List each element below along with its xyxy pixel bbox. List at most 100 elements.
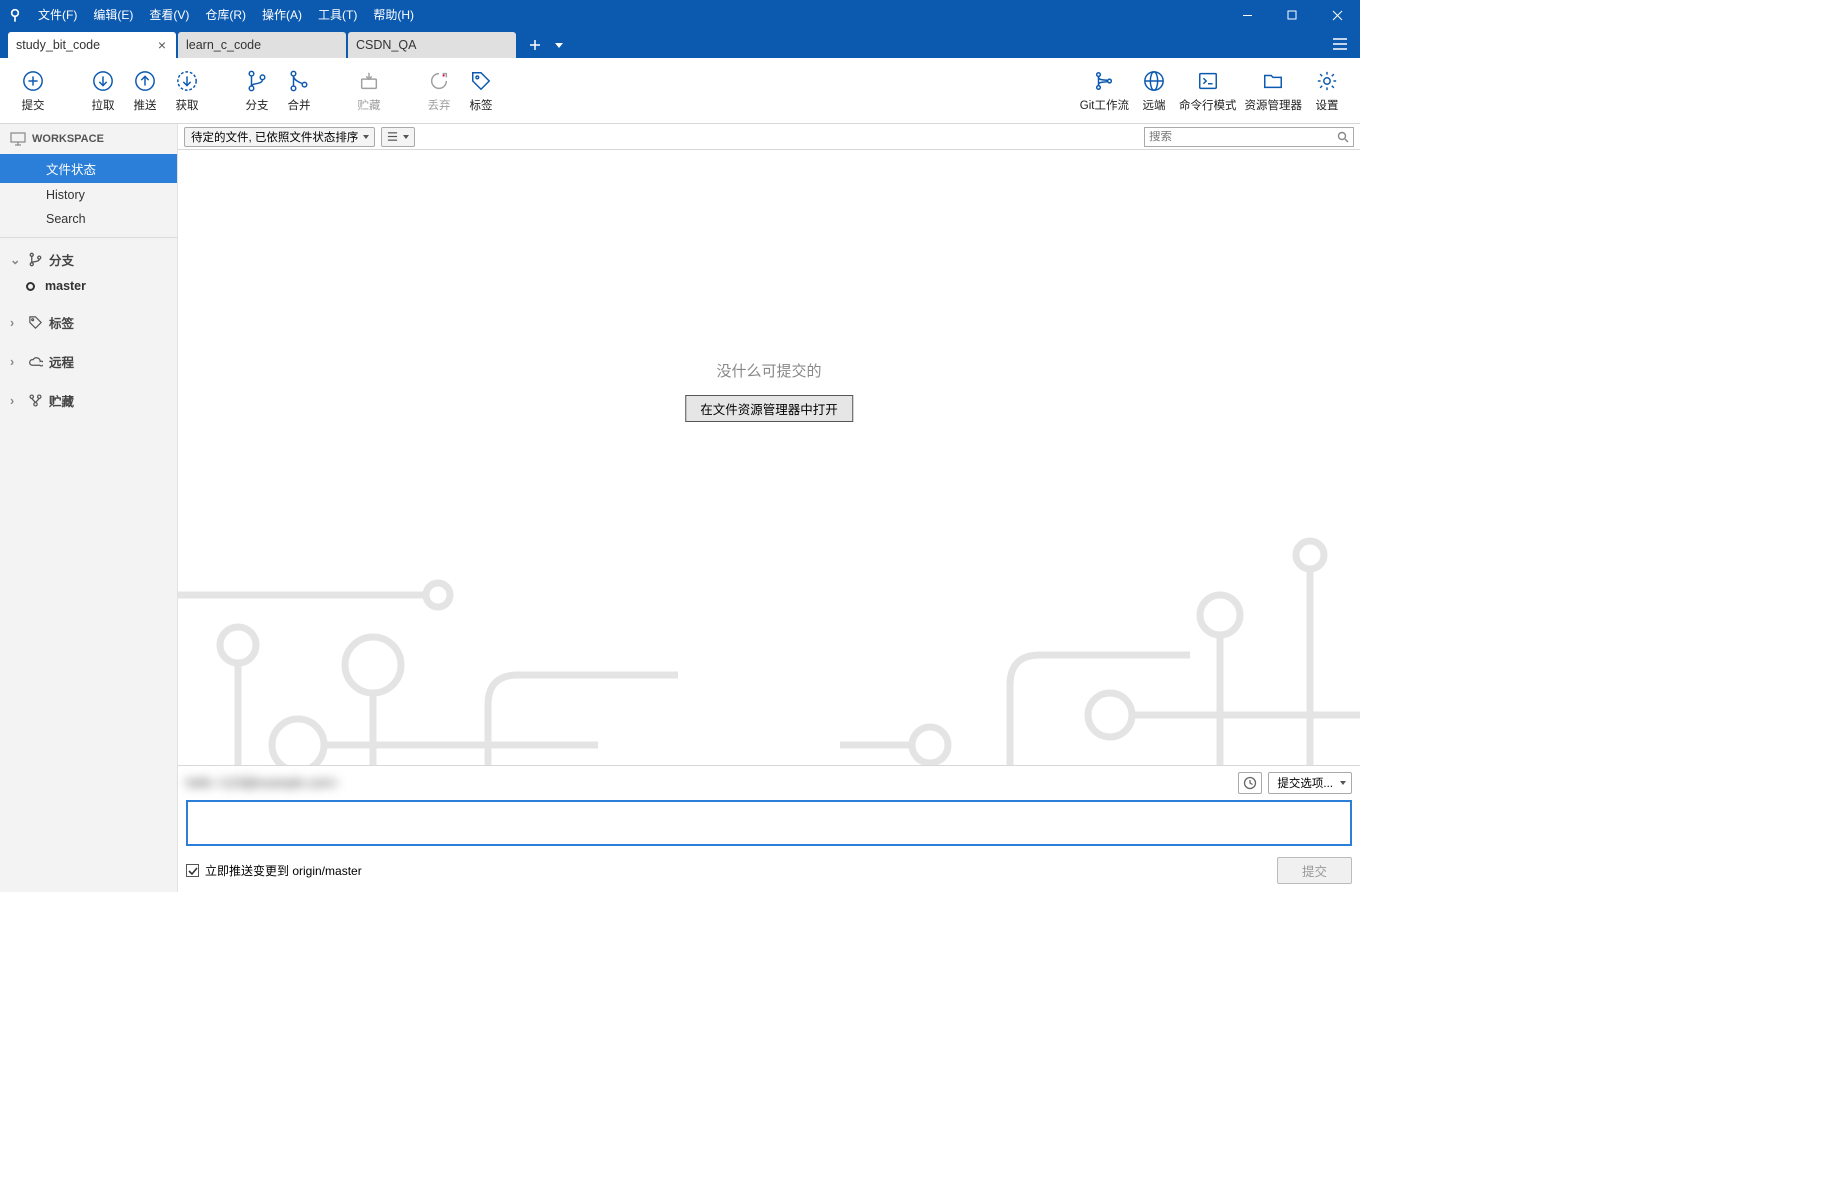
branch-name: master <box>45 279 86 293</box>
empty-state: 没什么可提交的 在文件资源管理器中打开 <box>685 360 853 422</box>
discard-button[interactable]: 丢弃 <box>418 63 460 119</box>
workspace-header: WORKSPACE <box>0 124 177 154</box>
toolbar-label: Git工作流 <box>1080 97 1129 113</box>
remote-button[interactable]: 远端 <box>1133 63 1175 119</box>
sidebar: WORKSPACE 文件状态 History Search ⌄ 分支 maste… <box>0 124 178 892</box>
stash-button[interactable]: 贮藏 <box>348 63 390 119</box>
commit-icon <box>21 69 45 93</box>
menu-action[interactable]: 操作(A) <box>254 0 310 30</box>
search-input[interactable] <box>1149 131 1337 143</box>
toolbar-label: 提交 <box>22 97 45 113</box>
explorer-button[interactable]: 资源管理器 <box>1241 63 1307 119</box>
main-area: 待定的文件, 已依照文件状态排序 <box>178 124 1360 892</box>
decorative-circuit-right <box>840 385 1360 765</box>
tab-close-icon[interactable]: × <box>156 37 168 53</box>
tag-icon <box>28 315 43 330</box>
toolbar-label: 远端 <box>1143 97 1166 113</box>
fetch-icon <box>175 69 199 93</box>
commit-author: hello <123@example.com> <box>186 776 338 790</box>
commit-button[interactable]: 提交 <box>12 63 54 119</box>
settings-icon <box>1315 69 1339 93</box>
tab-learn-c-code[interactable]: learn_c_code <box>178 32 346 58</box>
sidebar-section-branches[interactable]: ⌄ 分支 <box>0 244 177 275</box>
minimize-button[interactable] <box>1225 0 1270 30</box>
pull-button[interactable]: 拉取 <box>82 63 124 119</box>
toolbar-label: 标签 <box>470 97 493 113</box>
empty-message: 没什么可提交的 <box>716 360 821 381</box>
toolbar-label: 分支 <box>246 97 269 113</box>
stash-icon <box>357 69 381 93</box>
toolbar: 提交 拉取 推送 获取 分支 合并 贮藏 丢弃 标签 Git工作流 远 <box>0 58 1360 124</box>
commit-footer: 立即推送变更到 origin/master 提交 <box>186 857 1352 884</box>
view-mode-dropdown[interactable] <box>381 127 415 147</box>
sidebar-item-file-status[interactable]: 文件状态 <box>0 154 177 183</box>
sidebar-item-search[interactable]: Search <box>0 207 177 231</box>
toolbar-label: 丢弃 <box>428 97 451 113</box>
section-label: 远程 <box>49 352 74 371</box>
menu-file[interactable]: 文件(F) <box>30 0 85 30</box>
sidebar-section-stashes[interactable]: › 贮藏 <box>0 385 177 416</box>
branch-button[interactable]: 分支 <box>236 63 278 119</box>
clock-icon <box>1243 776 1257 790</box>
sidebar-section-tags[interactable]: › 标签 <box>0 307 177 338</box>
commit-message-input[interactable] <box>186 800 1352 846</box>
branch-icon <box>28 252 43 267</box>
merge-icon <box>287 69 311 93</box>
toolbar-label: 贮藏 <box>358 97 381 113</box>
toolbar-label: 拉取 <box>92 97 115 113</box>
menu-view[interactable]: 查看(V) <box>141 0 197 30</box>
commit-options-dropdown[interactable]: 提交选项... <box>1268 772 1352 794</box>
hamburger-menu[interactable] <box>1320 30 1360 58</box>
main-topbar: 待定的文件, 已依照文件状态排序 <box>178 124 1360 150</box>
stash-icon <box>28 393 43 408</box>
close-button[interactable] <box>1315 0 1360 30</box>
explorer-icon <box>1261 69 1285 93</box>
sidebar-item-history[interactable]: History <box>0 183 177 207</box>
fetch-button[interactable]: 获取 <box>166 63 208 119</box>
push-immediately-checkbox[interactable] <box>186 864 199 877</box>
section-label: 分支 <box>49 250 74 269</box>
menu-edit[interactable]: 编辑(E) <box>85 0 141 30</box>
tag-button[interactable]: 标签 <box>460 63 502 119</box>
file-filter-dropdown[interactable]: 待定的文件, 已依照文件状态排序 <box>184 127 375 147</box>
push-button[interactable]: 推送 <box>124 63 166 119</box>
merge-button[interactable]: 合并 <box>278 63 320 119</box>
menu-tools[interactable]: 工具(T) <box>310 0 365 30</box>
app-logo <box>0 0 30 30</box>
gitflow-button[interactable]: Git工作流 <box>1076 63 1133 119</box>
discard-icon <box>427 69 451 93</box>
commit-history-button[interactable] <box>1238 772 1262 794</box>
tab-label: study_bit_code <box>16 38 100 52</box>
chevron-right-icon: › <box>10 316 24 330</box>
tabbar: study_bit_code × learn_c_code CSDN_QA <box>0 30 1360 58</box>
dropdown-label: 提交选项... <box>1277 775 1333 791</box>
menu-repo[interactable]: 仓库(R) <box>197 0 254 30</box>
settings-button[interactable]: 设置 <box>1306 63 1348 119</box>
terminal-icon <box>1196 69 1220 93</box>
terminal-button[interactable]: 命令行模式 <box>1175 63 1241 119</box>
branch-master[interactable]: master <box>0 275 177 297</box>
current-branch-indicator <box>26 282 35 291</box>
open-in-explorer-button[interactable]: 在文件资源管理器中打开 <box>685 395 853 422</box>
tab-csdn-qa[interactable]: CSDN_QA <box>348 32 516 58</box>
chevron-right-icon: › <box>10 355 24 369</box>
main-content: 没什么可提交的 在文件资源管理器中打开 <box>178 150 1360 765</box>
search-box[interactable] <box>1144 127 1354 147</box>
sidebar-section-remotes[interactable]: › 远程 <box>0 346 177 377</box>
maximize-button[interactable] <box>1270 0 1315 30</box>
menu-help[interactable]: 帮助(H) <box>365 0 422 30</box>
commit-header: hello <123@example.com> 提交选项... <box>186 772 1352 794</box>
check-icon <box>188 866 198 876</box>
section-label: 贮藏 <box>49 391 74 410</box>
chevron-right-icon: › <box>10 394 24 408</box>
chevron-down-icon: ⌄ <box>10 252 24 267</box>
commit-area: hello <123@example.com> 提交选项... 立即推送变更到 … <box>178 765 1360 892</box>
toolbar-label: 获取 <box>176 97 199 113</box>
decorative-circuit-left <box>178 385 698 765</box>
tab-menu-caret[interactable] <box>550 34 568 56</box>
tab-study-bit-code[interactable]: study_bit_code × <box>8 32 176 58</box>
remote-icon <box>1142 69 1166 93</box>
commit-submit-button[interactable]: 提交 <box>1277 857 1352 884</box>
dropdown-label: 待定的文件, 已依照文件状态排序 <box>191 129 358 145</box>
new-tab-button[interactable] <box>524 34 546 56</box>
